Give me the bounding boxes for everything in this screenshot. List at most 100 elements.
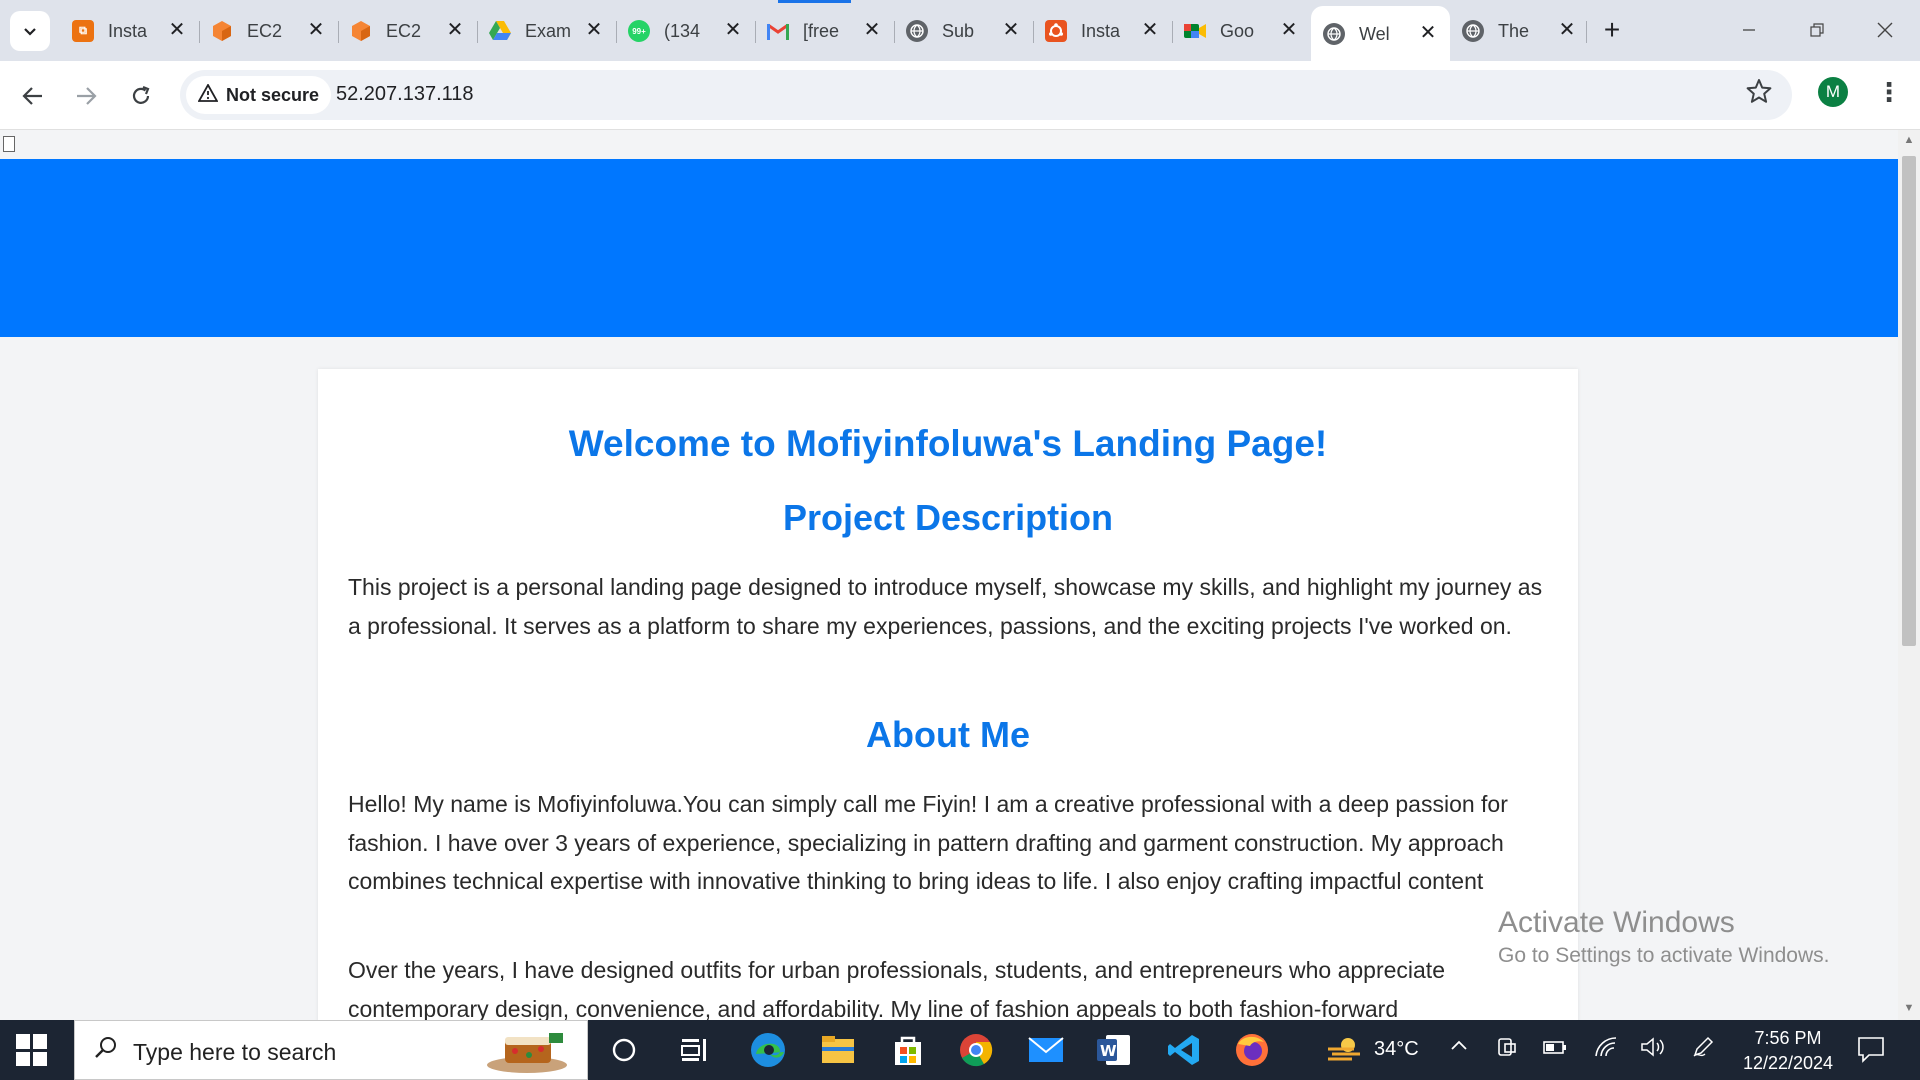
chevron-up-icon[interactable]	[1449, 1036, 1469, 1062]
tab-divider	[1586, 21, 1587, 43]
restore-button[interactable]	[1792, 10, 1842, 50]
globe-icon	[1462, 20, 1484, 42]
close-icon[interactable]: ✕	[723, 20, 743, 41]
minimize-button[interactable]	[1724, 10, 1774, 50]
scroll-thumb[interactable]	[1902, 156, 1916, 646]
about-heading: About Me	[866, 714, 1030, 755]
broken-image-icon	[3, 136, 15, 152]
close-icon[interactable]: ✕	[1001, 20, 1021, 41]
about-paragraph-1: Hello! My name is Mofiyinfoluwa.You can …	[348, 791, 1508, 894]
new-tab-button[interactable]: +	[1594, 14, 1630, 50]
watermark-subtitle: Go to Settings to activate Windows.	[1498, 944, 1830, 967]
close-icon[interactable]: ✕	[1557, 20, 1577, 41]
weather-icon[interactable]	[1324, 1030, 1364, 1070]
page-title: Welcome to Mofiyinfoluwa's Landing Page!	[568, 423, 1328, 464]
more-menu-icon[interactable]: ⋮	[1876, 75, 1902, 111]
close-icon[interactable]: ✕	[306, 20, 326, 41]
wifi-icon[interactable]	[1594, 1036, 1618, 1064]
address-bar[interactable]: Not secure 52.207.137.118	[180, 70, 1792, 120]
url-text[interactable]: 52.207.137.118	[336, 83, 474, 106]
search-placeholder: Type here to search	[133, 1039, 337, 1065]
ec2-cube-icon	[350, 20, 372, 42]
word-icon[interactable]: W	[1094, 1030, 1134, 1070]
taskbar-search-box[interactable]: Type here to search	[74, 1020, 588, 1080]
close-icon[interactable]: ✕	[862, 20, 882, 41]
pen-icon[interactable]	[1692, 1036, 1714, 1064]
tab[interactable]: EC2 ✕	[338, 6, 477, 56]
tab[interactable]: Goo ✕	[1172, 6, 1311, 56]
tab-active[interactable]: Wel ✕	[1311, 6, 1450, 62]
tab[interactable]: Exam ✕	[477, 6, 616, 56]
scroll-down-arrow[interactable]: ▼	[1898, 1002, 1920, 1016]
chrome-icon[interactable]	[956, 1030, 996, 1070]
tab[interactable]: The ✕	[1450, 6, 1589, 56]
tab-title: Exam	[525, 20, 572, 41]
forward-button[interactable]	[67, 77, 105, 115]
tab-search-button[interactable]	[10, 11, 50, 51]
tab-title: EC2	[386, 20, 422, 41]
content-card: Welcome to Mofiyinfoluwa's Landing Page!…	[318, 369, 1578, 1020]
back-button[interactable]	[14, 77, 52, 115]
project-description: This project is a personal landing page …	[348, 574, 1543, 639]
close-window-button[interactable]	[1860, 10, 1910, 50]
warning-icon	[197, 82, 219, 107]
bookmark-star-icon[interactable]	[1746, 78, 1772, 111]
scroll-up-arrow[interactable]: ▲	[1898, 134, 1920, 148]
battery-icon[interactable]	[1542, 1036, 1568, 1064]
close-icon[interactable]: ✕	[1418, 23, 1438, 44]
tab[interactable]: Sub ✕	[894, 6, 1033, 56]
whatsapp-icon: 99+	[628, 20, 650, 42]
security-label: Not secure	[226, 84, 320, 105]
close-icon[interactable]: ✕	[445, 20, 465, 41]
restore-icon	[1810, 23, 1824, 37]
close-icon[interactable]: ✕	[167, 20, 187, 41]
tab[interactable]: EC2 ✕	[199, 6, 338, 56]
task-view-icon[interactable]	[674, 1030, 714, 1070]
tab-strip: ⧉ Insta ✕ EC2 ✕ EC2 ✕ Exam ✕ 99+ (134 ✕ …	[0, 0, 1920, 62]
ubuntu-icon	[1045, 20, 1067, 42]
gmail-icon	[767, 20, 789, 42]
close-icon[interactable]: ✕	[584, 20, 604, 41]
volume-icon[interactable]	[1640, 1036, 1666, 1064]
search-highlight-image	[479, 1027, 575, 1075]
tab[interactable]: Insta ✕	[1033, 6, 1172, 56]
site-info-button[interactable]: Not secure	[186, 76, 332, 114]
tab-title: Insta	[108, 20, 148, 41]
file-explorer-icon[interactable]	[818, 1030, 858, 1070]
globe-icon	[906, 20, 928, 42]
page-viewport: Welcome to Mofiyinfoluwa's Landing Page!…	[0, 130, 1898, 1020]
notification-icon[interactable]	[1856, 1034, 1888, 1066]
taskbar-clock[interactable]: 7:56 PM 12/22/2024	[1720, 1026, 1856, 1076]
clock-time: 7:56 PM	[1754, 1028, 1822, 1048]
close-icon[interactable]: ✕	[1279, 20, 1299, 41]
about-paragraph-2: Over the years, I have designed outfits …	[348, 957, 1445, 1020]
cortana-icon[interactable]	[604, 1030, 644, 1070]
vertical-scrollbar[interactable]: ▲ ▼	[1898, 130, 1920, 1020]
weather-temperature[interactable]: 34°C	[1374, 1038, 1419, 1061]
mail-icon[interactable]	[1026, 1030, 1066, 1070]
close-icon[interactable]: ✕	[1140, 20, 1160, 41]
tab-title: (134	[664, 20, 701, 41]
tab-title: Insta	[1081, 20, 1121, 41]
tab-title: Goo	[1220, 20, 1255, 41]
svg-text:W: W	[1100, 1042, 1117, 1060]
windows-start-icon[interactable]	[16, 1034, 48, 1066]
clock-date: 12/22/2024	[1742, 1053, 1834, 1073]
tab[interactable]: [free ✕	[755, 6, 894, 56]
avatar[interactable]: M	[1818, 77, 1848, 107]
microsoft-store-icon[interactable]	[888, 1030, 928, 1070]
tab[interactable]: ⧉ Insta ✕	[60, 6, 199, 56]
minimize-icon	[1743, 29, 1755, 31]
edge-browser-icon[interactable]	[748, 1030, 788, 1070]
aws-icon: ⧉	[72, 20, 94, 42]
hero-banner	[0, 159, 1898, 337]
meet-now-icon[interactable]	[1496, 1036, 1518, 1064]
tab[interactable]: 99+ (134 ✕	[616, 6, 755, 56]
firefox-icon[interactable]	[1232, 1030, 1272, 1070]
tab-title: EC2	[247, 20, 283, 41]
vscode-icon[interactable]	[1164, 1030, 1204, 1070]
tab-title: The	[1498, 20, 1530, 41]
reload-button[interactable]	[122, 77, 160, 115]
arrow-left-icon	[22, 87, 42, 105]
browser-toolbar: Not secure 52.207.137.118 M ⋮	[0, 61, 1920, 130]
